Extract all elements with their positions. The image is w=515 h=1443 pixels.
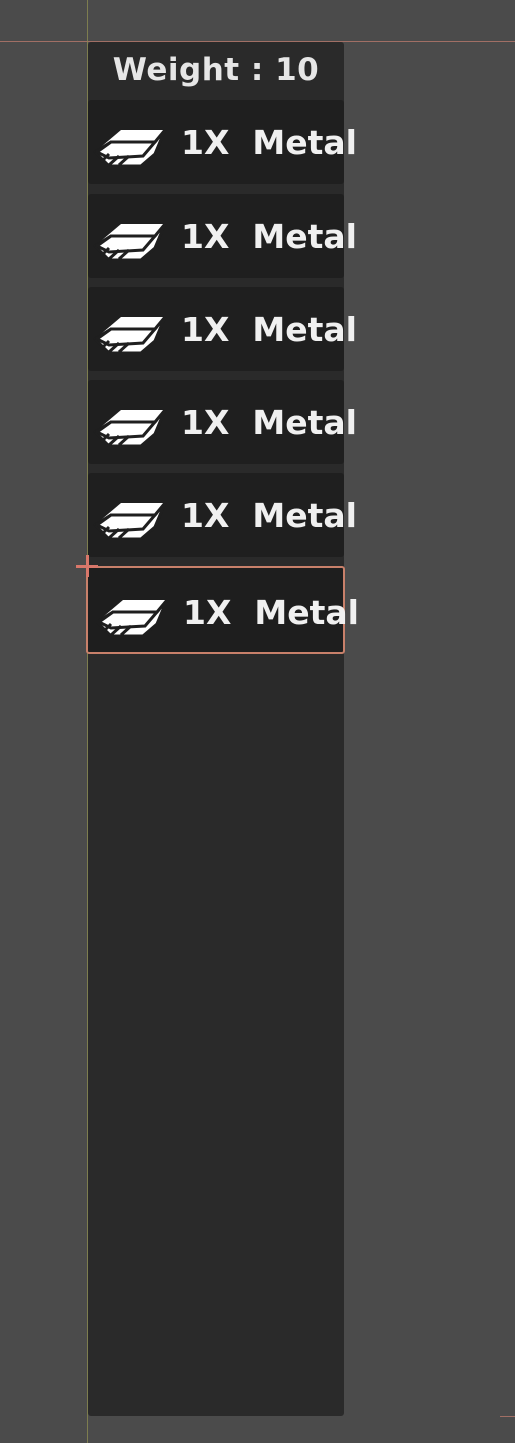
inventory-slot[interactable]: 1X Metal xyxy=(88,100,357,184)
slot-label: 1X Metal xyxy=(181,216,357,256)
anchor-vertical xyxy=(86,555,89,577)
inventory-slot[interactable]: 1X Metal xyxy=(88,287,357,371)
metal-bar-icon xyxy=(94,599,169,638)
inventory-slot[interactable]: 1X Metal xyxy=(88,194,357,278)
pivot-anchor-icon[interactable] xyxy=(76,555,98,577)
metal-bar-icon xyxy=(92,316,167,355)
weight-header: Weight : 10 xyxy=(112,52,320,88)
metal-bar-icon xyxy=(92,502,167,541)
slot-label: 1X Metal xyxy=(181,309,357,349)
metal-bar-icon xyxy=(92,409,167,448)
inventory-slot[interactable]: 1X Metal xyxy=(88,473,357,557)
inventory-slot[interactable]: 1X Metal xyxy=(88,380,357,464)
metal-bar-icon xyxy=(92,129,167,168)
inventory-panel: Weight : 10 1X Metal 1X Metal 1X Metal 1… xyxy=(86,42,359,1416)
guide-line-bottom xyxy=(500,1416,515,1417)
inventory-slot-selected[interactable]: 1X Metal xyxy=(86,566,359,654)
slot-label: 1X Metal xyxy=(181,122,357,162)
slot-label: 1X Metal xyxy=(183,592,359,632)
slot-label: 1X Metal xyxy=(181,495,357,535)
metal-bar-icon xyxy=(92,223,167,262)
slot-label: 1X Metal xyxy=(181,402,357,442)
